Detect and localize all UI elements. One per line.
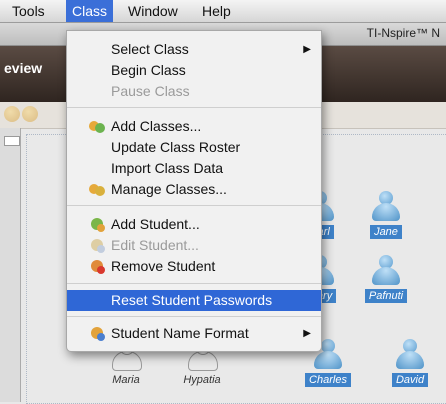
student-avatar-icon	[372, 255, 400, 285]
menu-item-import-class-data[interactable]: Import Class Data	[67, 158, 321, 179]
menu-item-remove-student[interactable]: Remove Student	[67, 256, 321, 277]
student-name: Hypatia	[183, 374, 221, 386]
student-pafnuti[interactable]: Pafnuti	[361, 255, 411, 304]
student-name-format-icon	[89, 326, 105, 341]
remove-student-icon	[89, 259, 105, 274]
student-name: Maria	[112, 374, 140, 386]
class-toolbar-icon[interactable]	[4, 106, 20, 122]
submenu-arrow-icon: ▶	[303, 44, 311, 55]
students-toolbar-icon[interactable]	[22, 106, 38, 122]
menu-item-add-student[interactable]: Add Student...	[67, 214, 321, 235]
menu-separator	[67, 107, 321, 108]
menu-item-label: Select Class	[111, 41, 189, 57]
student-avatar-icon	[372, 191, 400, 221]
panel-handle[interactable]	[4, 136, 20, 146]
edit-student-icon	[89, 238, 105, 253]
menu-item-manage-classes[interactable]: Manage Classes...	[67, 179, 321, 200]
class-menu: Select Class ▶ Begin Class Pause Class A…	[66, 30, 322, 352]
menu-item-label: Add Classes...	[111, 118, 202, 134]
add-student-icon	[89, 217, 105, 232]
student-name: Pafnuti	[364, 289, 408, 303]
menu-item-label: Pause Class	[111, 83, 190, 99]
menu-item-label: Student Name Format	[111, 325, 249, 341]
student-jane[interactable]: Jane	[361, 191, 411, 240]
menu-bar: Tools Class Window Help	[0, 0, 446, 23]
student-avatar-icon	[396, 339, 424, 369]
menu-separator	[67, 316, 321, 317]
student-david[interactable]: David	[385, 339, 435, 388]
menu-window[interactable]: Window	[122, 0, 184, 22]
menu-item-label: Manage Classes...	[111, 181, 227, 197]
student-name: David	[391, 373, 429, 387]
manage-classes-icon	[89, 182, 105, 197]
menu-tools[interactable]: Tools	[6, 0, 51, 22]
menu-item-label: Reset Student Passwords	[111, 292, 273, 308]
menu-item-label: Import Class Data	[111, 160, 224, 176]
menu-item-label: Remove Student	[111, 258, 216, 274]
menu-item-edit-student: Edit Student...	[67, 235, 321, 256]
menu-item-reset-student-passwords[interactable]: Reset Student Passwords	[67, 290, 321, 311]
menu-item-add-classes[interactable]: Add Classes...	[67, 116, 321, 137]
menu-help[interactable]: Help	[196, 0, 237, 22]
add-class-icon	[89, 119, 105, 134]
app-title: TI-Nspire™ N	[366, 26, 440, 40]
menu-item-pause-class: Pause Class	[67, 81, 321, 102]
menu-item-update-class-roster[interactable]: Update Class Roster	[67, 137, 321, 158]
student-name: Charles	[305, 373, 351, 387]
menu-item-label: Edit Student...	[111, 237, 199, 253]
menu-item-label: Begin Class	[111, 62, 186, 78]
menu-separator	[67, 283, 321, 284]
left-panel	[0, 128, 21, 402]
menu-item-select-class[interactable]: Select Class ▶	[67, 39, 321, 60]
submenu-arrow-icon: ▶	[303, 328, 311, 339]
menu-item-label: Add Student...	[111, 216, 200, 232]
menu-separator	[67, 205, 321, 206]
menu-item-student-name-format[interactable]: Student Name Format ▶	[67, 323, 321, 344]
preview-label[interactable]: eview	[4, 60, 42, 76]
menu-class[interactable]: Class	[66, 0, 114, 22]
student-name: Jane	[370, 225, 402, 239]
menu-item-begin-class[interactable]: Begin Class	[67, 60, 321, 81]
menu-item-label: Update Class Roster	[111, 139, 241, 155]
